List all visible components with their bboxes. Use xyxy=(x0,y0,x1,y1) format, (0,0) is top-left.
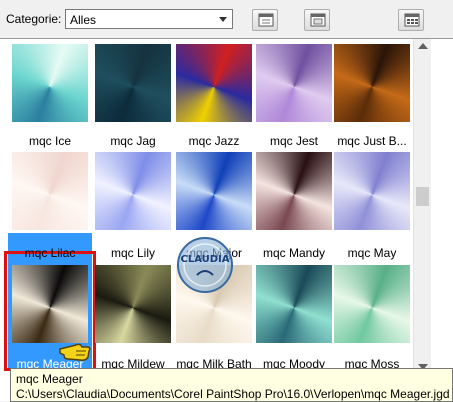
gradient-label: mqc Ice xyxy=(28,134,71,148)
gradient-thumbnail[interactable] xyxy=(12,44,88,122)
grid-view-icon xyxy=(404,13,420,27)
category-label: Categorie: xyxy=(6,12,62,26)
gradient-thumbnail[interactable] xyxy=(176,44,252,122)
scroll-up-icon[interactable] xyxy=(418,43,428,49)
gradient-thumbnail[interactable] xyxy=(334,44,410,122)
claudia-watermark-icon: CLAUDIA xyxy=(177,237,233,293)
gradient-thumbnail[interactable] xyxy=(12,152,88,230)
category-select[interactable]: Alles xyxy=(65,9,233,29)
pointing-hand-icon xyxy=(59,343,91,361)
gradient-label: mqc Jest xyxy=(269,134,318,148)
gradient-label: mqc May xyxy=(347,246,397,260)
tooltip-path: C:\Users\Claudia\Documents\Corel PaintSh… xyxy=(16,387,450,401)
gradient-thumbnail[interactable] xyxy=(12,265,88,343)
folder-view-icon xyxy=(258,13,274,27)
open-folder-button[interactable] xyxy=(304,9,330,31)
gradient-thumbnail[interactable] xyxy=(256,152,332,230)
gradient-thumbnail[interactable] xyxy=(334,152,410,230)
gradient-thumbnail[interactable] xyxy=(334,265,410,343)
gradient-thumbnail[interactable] xyxy=(176,152,252,230)
toolbar: Categorie: Alles xyxy=(0,0,453,38)
gradient-thumbnail[interactable] xyxy=(95,44,171,122)
tooltip: mqc Meager C:\Users\Claudia\Documents\Co… xyxy=(10,368,453,402)
open-folder-icon xyxy=(310,13,326,27)
gradient-thumbnail[interactable] xyxy=(95,265,171,343)
gradient-label: mqc Jazz xyxy=(188,134,240,148)
tooltip-title: mqc Meager xyxy=(16,372,83,386)
gradient-label: mqc Just B... xyxy=(337,134,407,148)
folder-view-button[interactable] xyxy=(252,9,278,31)
gradient-label: mqc Jag xyxy=(110,134,156,148)
chevron-down-icon xyxy=(219,17,227,22)
grid-view-button[interactable] xyxy=(398,9,424,31)
scroll-thumb[interactable] xyxy=(416,187,429,206)
vertical-scrollbar[interactable] xyxy=(413,39,431,401)
svg-text:CLAUDIA: CLAUDIA xyxy=(180,254,229,265)
category-select-value: Alles xyxy=(70,13,97,27)
gradient-thumbnail[interactable] xyxy=(256,44,332,122)
gradient-label: mqc Lily xyxy=(110,246,155,260)
gradient-thumbnail[interactable] xyxy=(256,265,332,343)
gradient-thumbnail[interactable] xyxy=(95,152,171,230)
gradient-gallery: mqc Ice mqc Jag mqc Jazz mqc Jest mqc Just B… xyxy=(0,38,453,401)
gradient-label: mqc Mandy xyxy=(262,246,326,260)
gradient-label: mqc Lilac xyxy=(24,246,76,260)
